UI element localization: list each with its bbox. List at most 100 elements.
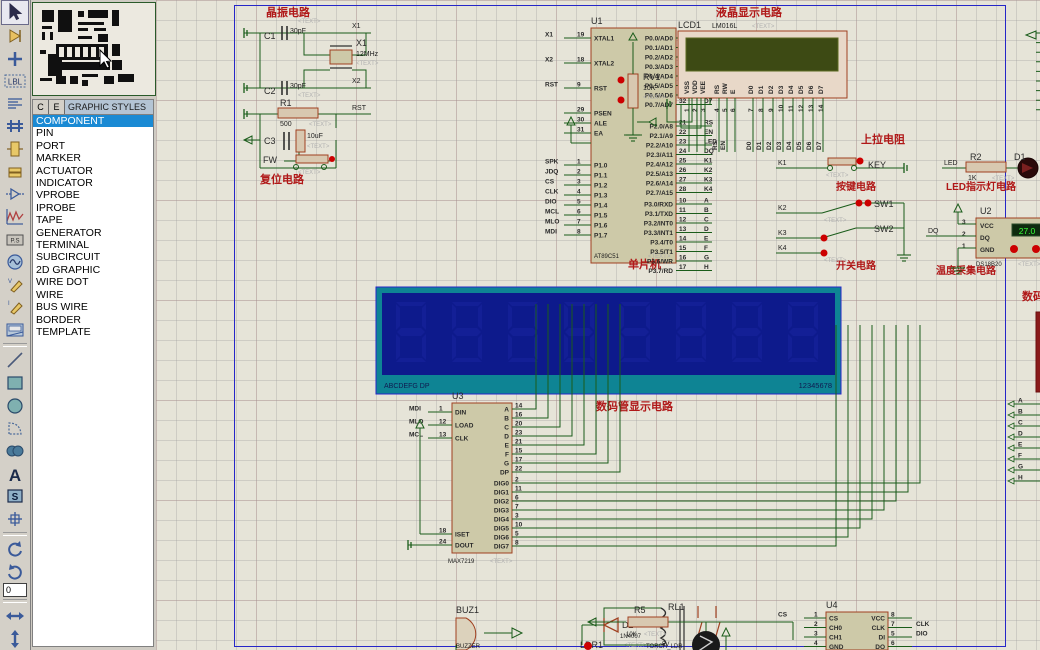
list-item-wire[interactable]: WIRE [33,289,153,301]
mirror-vertical-button[interactable] [2,627,28,650]
voltage-probe-mode-button[interactable]: V [2,274,28,297]
mcu-pin-number: 24 [679,148,687,155]
list-item-vprobe[interactable]: VPROBE [33,189,153,201]
2d-symbol-mode-button[interactable]: S [2,485,28,508]
list-item-terminal[interactable]: TERMINAL [33,239,153,251]
current-probe-mode-button[interactable]: I [2,296,28,319]
seg-g [565,328,593,336]
2d-path-mode-button[interactable] [2,440,28,463]
2d-arc-mode-button[interactable] [2,417,28,440]
rotate-ccw-icon [8,563,22,580]
sw1-node-a [855,199,863,207]
lcd-pin-label: D0 [748,85,755,94]
subcircuit-mode-button[interactable] [2,138,28,161]
u3-pin-number: 17 [515,457,523,464]
2d-circle-mode-button[interactable] [2,394,28,417]
voltage-probe-icon: V [8,279,23,293]
seg-a [620,302,650,306]
mode-toolbar[interactable]: LBL P.S V I A S 0 [0,0,31,650]
terminal-mode-button[interactable] [2,160,28,183]
list-item-generator[interactable]: GENERATOR [33,227,153,239]
tape-recorder-mode-button[interactable]: P.S [2,228,28,251]
object-selector-panel[interactable]: C E GRAPHIC STYLES COMPONENT PIN PORT MA… [32,99,154,647]
c3-ref: C3 [264,136,276,146]
mcu-pin-name: P3.7/RD [648,268,673,275]
text-script-mode-button[interactable] [2,93,28,116]
u3-pin-name: DIG5 [494,526,510,533]
led-text-1: <TEXT> [992,176,1015,182]
graph-mode-button[interactable] [2,206,28,229]
generator-mode-button[interactable] [2,251,28,274]
seg1-net-arrow [1007,433,1015,441]
seg-b [478,304,482,330]
seg-c [758,334,762,360]
list-item-subcircuit[interactable]: SUBCIRCUIT [33,251,153,263]
circle-icon [7,398,23,414]
mcu-pin-number: 9 [577,82,581,89]
mirror-v-arrows-icon [11,629,19,648]
rv1-text: <TEXT> [643,95,666,101]
u3-pin-number: 12 [439,419,447,426]
list-item-iprobe[interactable]: IPROBE [33,202,153,214]
schematic-canvas[interactable]: 晶振电路 C1 30pF C2 30pF X1 12MHz <TEXT> <TE… [156,0,1040,650]
graphic-styles-list[interactable]: COMPONENT PIN PORT MARKER ACTUATOR INDIC… [33,115,153,338]
mcu-pin-name: P0.3/AD3 [645,64,674,71]
2d-text-mode-button[interactable]: A [2,462,28,485]
list-item-template[interactable]: TEMPLATE [33,326,153,338]
seg1-pin-net: A [1018,398,1023,405]
u2-part: DS18B20 [976,262,1002,268]
bus-mode-button[interactable] [2,115,28,138]
u4-pin-name: CH1 [829,635,842,642]
list-item-tape[interactable]: TAPE [33,214,153,226]
list-item-wire-dot[interactable]: WIRE DOT [33,276,153,288]
2d-line-mode-button[interactable] [2,349,28,372]
rotate-anticlockwise-button[interactable] [2,560,28,583]
lcd-pin-label: D2 [768,85,775,94]
overview-preview-panel[interactable] [32,2,156,96]
component-mode-button[interactable] [2,25,28,48]
seg-g [733,328,761,336]
u3-pin-name: E [505,443,510,450]
seg1-net-arrow [1007,455,1015,463]
list-item-indicator[interactable]: INDICATOR [33,177,153,189]
key-text: <TEXT> [826,173,849,179]
object-selector-c-button[interactable]: C [33,100,49,114]
c3-poly [295,129,306,153]
list-item-port[interactable]: PORT [33,140,153,152]
mcu-pin-number: 4 [577,189,581,196]
mcu-pin-number: 22 [679,129,687,136]
list-item-component[interactable]: COMPONENT [33,115,153,128]
rotation-angle-input[interactable] [3,583,27,598]
2d-marker-mode-button[interactable] [2,507,28,530]
device-pin-mode-button[interactable] [2,183,28,206]
seg1-pin-net: G [1018,464,1023,471]
rotate-clockwise-button[interactable] [2,538,28,561]
selection-mode-button[interactable] [1,0,29,25]
mcu-pin-net: F [704,245,708,252]
list-item-border[interactable]: BORDER [33,314,153,326]
seg1-net-arrow [1007,411,1015,419]
seg-f [732,304,736,330]
net-rst-label: RST [352,105,367,112]
list-item-2d-graphic[interactable]: 2D GRAPHIC [33,264,153,276]
mcu-pin-number: 23 [679,139,687,146]
mcu-pin-number: 12 [679,217,687,224]
list-item-marker[interactable]: MARKER [33,152,153,164]
wire-label-mode-button[interactable]: LBL [2,70,28,93]
svg-text:I: I [8,301,10,307]
mcu-pin-name: P3.0/RXD [644,202,673,209]
list-item-bus-wire[interactable]: BUS WIRE [33,301,153,313]
mcu-pin-number: 19 [577,32,585,39]
seg-e [396,334,400,360]
u2-pin-gnd: GND [980,247,995,254]
list-item-pin[interactable]: PIN [33,127,153,139]
virtual-instrument-mode-button[interactable] [2,319,28,342]
junction-dot-mode-button[interactable] [2,47,28,70]
list-item-actuator[interactable]: ACTUATOR [33,165,153,177]
u3-pin-name: CLK [455,436,469,443]
u4-pin-name: CLK [872,625,886,632]
object-selector-e-button[interactable]: E [49,100,65,114]
mcu-pin-name: P2.4/A12 [646,162,673,169]
mirror-horizontal-button[interactable] [2,605,28,628]
2d-box-mode-button[interactable] [2,372,28,395]
